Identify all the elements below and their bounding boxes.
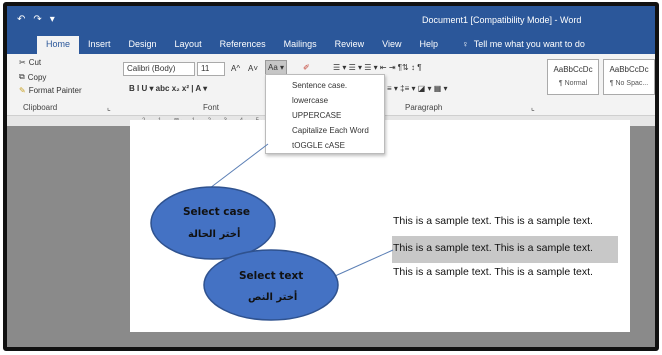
- select-case-pointer-line: [209, 143, 269, 189]
- select-text-label: Select text: [239, 270, 304, 282]
- select-text-pointer-line: [334, 249, 394, 277]
- select-case-arabic-label: أختر الحالة: [188, 229, 241, 240]
- select-text-ellipse: [203, 249, 339, 321]
- select-case-label: Select case: [183, 206, 250, 218]
- select-text-arabic-label: أختر النص: [248, 292, 298, 303]
- select-case-ellipse: [150, 186, 276, 260]
- callout-shapes: [150, 143, 394, 321]
